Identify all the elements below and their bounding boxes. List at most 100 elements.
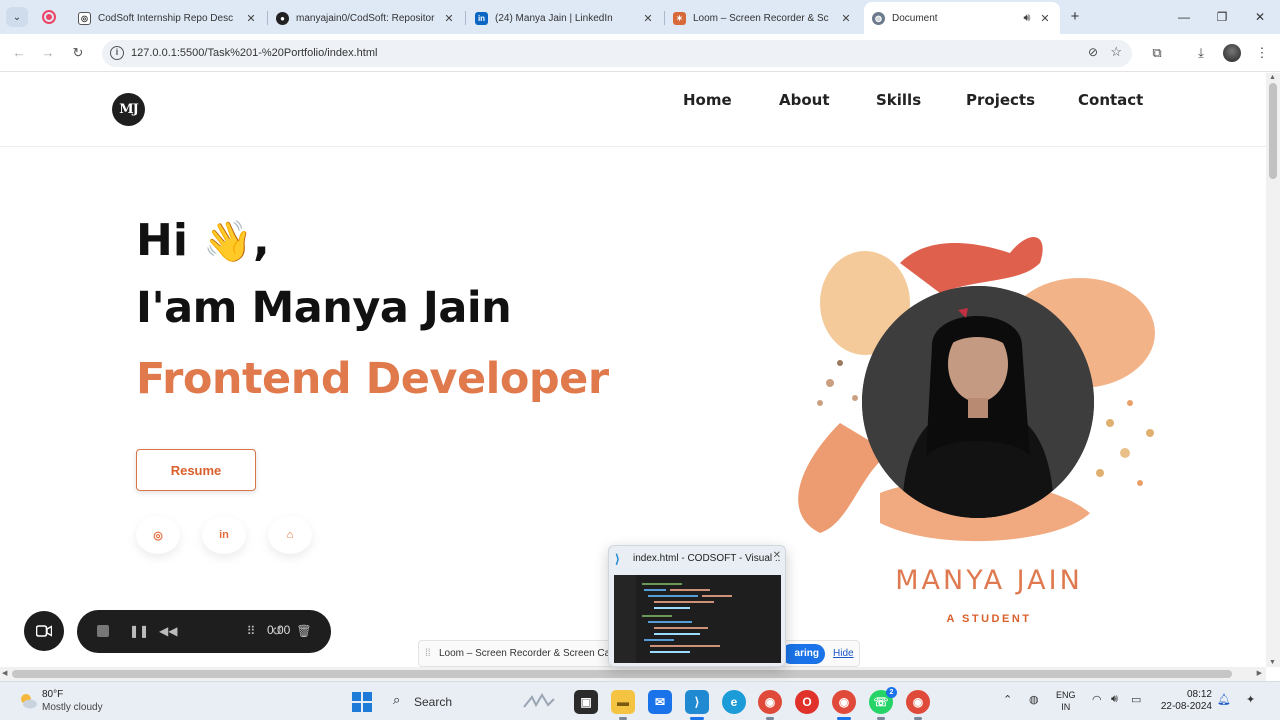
site-logo[interactable]: MJ [112,93,145,126]
hero-greeting: Hi 👋, [136,215,270,266]
stop-icon[interactable] [97,625,109,637]
hide-notice-link[interactable]: Hide [833,648,854,659]
close-icon[interactable]: ✕ [773,550,781,561]
loom-recording-controls: ❚❚ ◀◀ 0:00 ⠿ ↺ 🗑︎ [77,610,331,653]
browser-tab-strip: ⌄ ◎ CodSoft Internship Repo Desc ✕ ● man… [0,0,1280,34]
address-bar[interactable]: i 127.0.0.1:5500/Task%201-%20Portfolio/i… [102,40,1132,67]
pause-icon[interactable]: ❚❚ [129,623,149,639]
browser-toolbar: ← → ↻ i 127.0.0.1:5500/Task%201-%20Portf… [0,34,1280,72]
nav-skills[interactable]: Skills [876,91,921,109]
tab-search-button[interactable]: ⌄ [6,7,28,27]
chrome-icon[interactable]: ◉ [758,690,782,720]
profile-tagline: A STUDENT [946,613,1032,625]
search-icon: ⌕ [393,692,401,707]
mail-icon[interactable]: ✉ [648,690,672,714]
nav-projects[interactable]: Projects [966,91,1035,109]
back-button[interactable]: ← [10,44,28,62]
hero-intro: I'am Manya Jain [136,283,512,333]
chevron-up-icon[interactable]: ⌃ [1003,693,1012,706]
drag-handle-icon[interactable]: ⁞⁞ [425,648,431,659]
network-globe-icon[interactable]: ◍ [1029,693,1039,706]
profile-photo [862,286,1094,518]
close-tab-icon[interactable]: ✕ [839,12,853,25]
extensions-icon[interactable]: ⧉ [1148,44,1166,62]
weather-widget[interactable]: 80°F Mostly cloudy [14,688,124,716]
close-tab-icon[interactable]: ✕ [244,12,258,25]
close-tab-icon[interactable]: ✕ [442,12,456,25]
chevron-down-icon: ⌄ [12,11,22,23]
nav-contact[interactable]: Contact [1078,91,1143,109]
site-header: MJ Home About Skills Projects Contact [0,73,1266,147]
wifi-icon[interactable]: ◠ [1092,693,1102,706]
edge-icon[interactable]: e [722,690,746,714]
tab-chatgpt[interactable]: ◎ CodSoft Internship Repo Desc ✕ [70,4,266,32]
profile-avatar[interactable] [1223,44,1241,62]
tab-github[interactable]: ● manyajain0/CodSoft: Repositor ✕ [268,4,464,32]
language-indicator[interactable]: ENG IN [1056,689,1076,713]
file-explorer-icon[interactable]: ▬ [611,690,635,720]
taskbar-search[interactable]: ⌕ Search [390,689,560,715]
windows-taskbar: 80°F Mostly cloudy ⌕ Search ▣ ▬ ✉ ⟩ e ◉ … [0,681,1280,720]
download-icon[interactable]: ⤓ [1192,44,1210,62]
vscode-icon: ⟩ [615,552,620,566]
battery-icon[interactable]: ▭ [1131,693,1141,706]
chatgpt-icon: ◎ [78,11,91,25]
close-window-button[interactable]: ✕ [1250,8,1270,26]
tab-document[interactable]: ◍ Document 🔊︎ ✕ [864,2,1060,34]
github-icon: ● [276,11,289,25]
recording-indicator-icon [42,10,56,24]
video-camera-icon [36,625,52,637]
vscode-thumbnail [614,575,781,663]
search-highlight-art [523,693,555,708]
system-clock[interactable]: 08:12 22-08-2024 [1154,689,1212,713]
restore-button[interactable]: ❐ [1212,8,1232,26]
vscode-window-preview[interactable]: ⟩ index.html - CODSOFT - Visual ... ✕ [608,545,786,667]
grid-icon[interactable]: ⠿ [243,623,259,639]
close-tab-icon[interactable]: ✕ [1038,12,1052,25]
tab-loom[interactable]: ✶ Loom – Screen Recorder & Sc ✕ [665,4,861,32]
linkedin-icon[interactable]: in [202,516,246,554]
hero-role: Frontend Developer [136,354,609,404]
nav-about[interactable]: About [779,91,830,109]
stop-sharing-button[interactable]: aring [781,644,825,664]
tab-linkedin[interactable]: in (24) Manya Jain | LinkedIn ✕ [467,4,663,32]
minimize-button[interactable]: — [1174,8,1194,26]
whatsapp-icon[interactable]: ☏ 2 [869,687,897,720]
instagram-icon[interactable]: ◎ [136,516,180,554]
new-tab-button[interactable]: + [1066,8,1084,26]
vertical-scrollbar[interactable]: ▲ ▼ [1266,73,1280,667]
profile-name: MANYA JAIN [895,565,1083,596]
linkedin-icon: in [475,11,488,25]
more-menu-icon[interactable]: ⋮ [1253,44,1271,62]
forward-button[interactable]: → [39,44,57,62]
globe-icon: ◍ [872,11,885,25]
horizontal-scrollbar[interactable]: ◀ ▶ [0,667,1266,681]
nav-home[interactable]: Home [683,91,732,109]
speaker-icon[interactable]: 🔊︎ [1020,12,1034,25]
windows-start-button[interactable] [352,692,372,712]
copilot-icon[interactable]: ✦ [1246,693,1255,706]
delete-icon[interactable]: 🗑︎ [296,623,312,639]
chrome-app-icon[interactable]: ◉ [906,690,930,720]
partly-cloudy-icon [21,694,37,709]
restart-icon[interactable]: ↺ [269,623,285,639]
resume-button[interactable]: Resume [136,449,256,491]
close-tab-icon[interactable]: ✕ [641,12,655,25]
plus-icon: + [1070,8,1080,25]
task-view-icon[interactable]: ▣ [574,690,598,714]
notification-bell-icon[interactable]: 🔔︎ [1217,693,1231,706]
loom-camera-button[interactable] [24,611,64,651]
volume-icon[interactable]: 🔊︎ [1111,693,1118,706]
vscode-taskbar-icon[interactable]: ⟩ [685,690,709,720]
loom-icon: ✶ [673,11,686,25]
chrome-profile-icon[interactable]: ◉ [832,690,856,720]
site-info-icon[interactable]: i [110,46,124,60]
bookmark-star-icon[interactable]: ☆ [1110,44,1122,60]
github-icon[interactable]: ⌂ [268,516,312,554]
opera-icon[interactable]: O [795,690,819,714]
rewind-icon[interactable]: ◀◀ [159,623,177,639]
reload-button[interactable]: ↻ [69,44,87,62]
eye-slash-icon[interactable]: ⊘ [1088,45,1098,59]
waving-hand-icon: 👋 [203,219,254,265]
url-text[interactable]: 127.0.0.1:5500/Task%201-%20Portfolio/ind… [131,47,377,59]
